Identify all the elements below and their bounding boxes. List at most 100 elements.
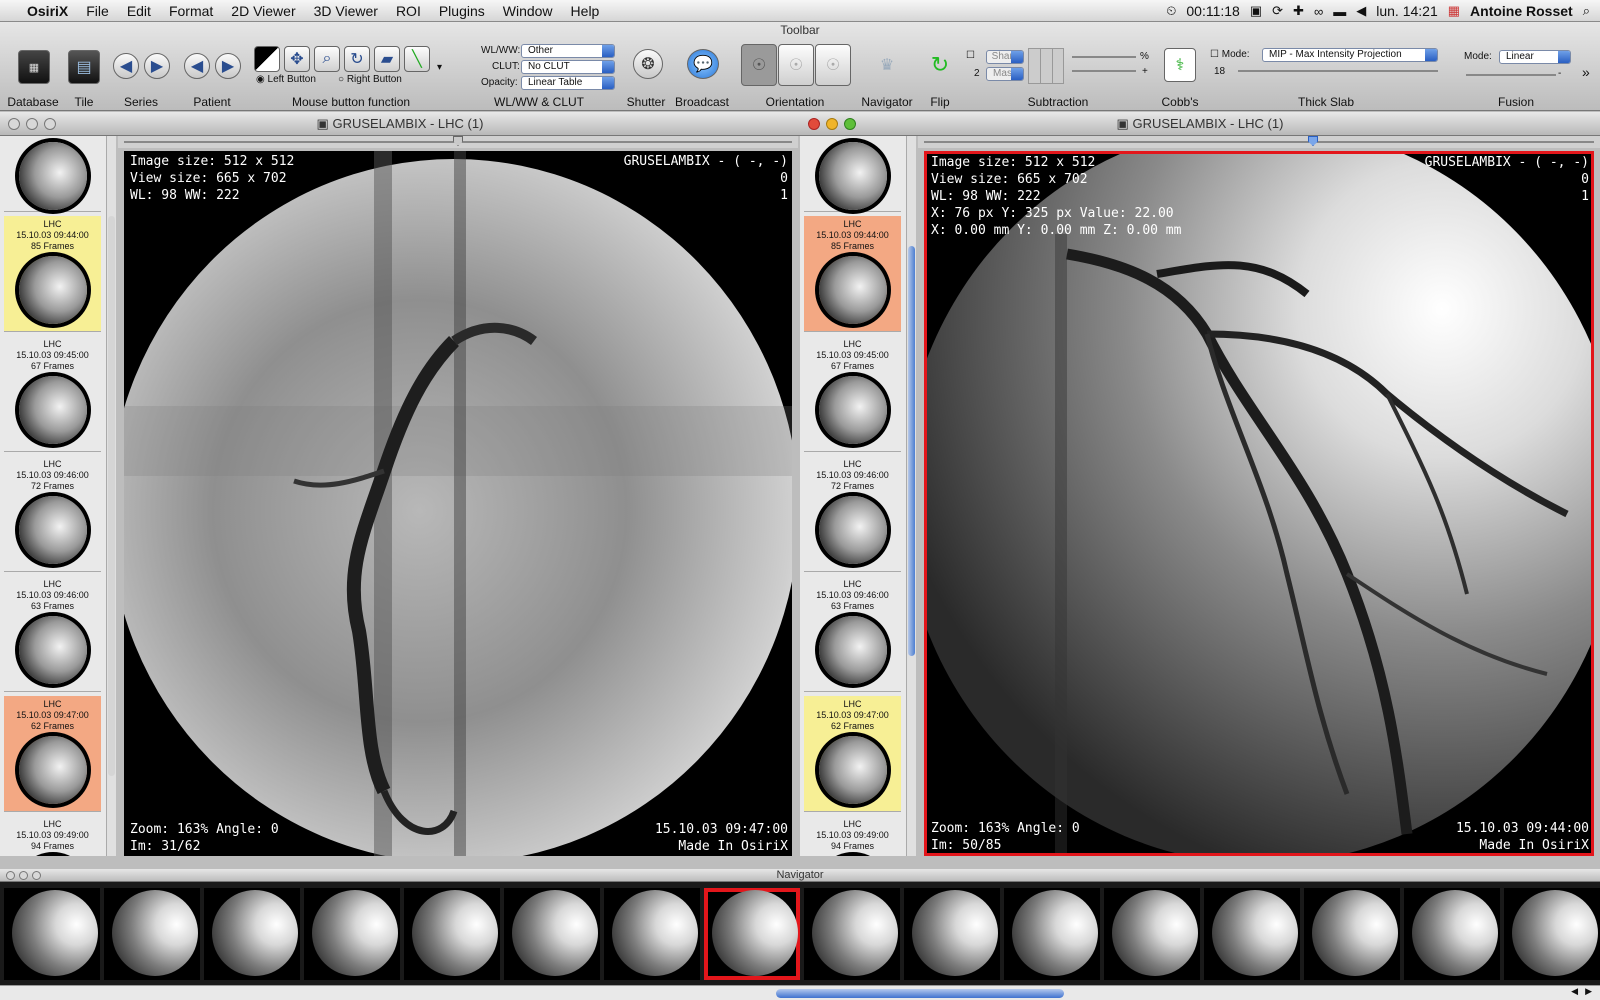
left-series-sidebar[interactable]: LHC 15.10.03 09:44:00 85 Frames LHC 15.10.03… xyxy=(0,136,116,856)
left-window-minimize-button[interactable] xyxy=(26,118,38,130)
right-window-zoom-button[interactable] xyxy=(844,118,856,130)
wlww-select[interactable]: Other xyxy=(521,44,615,58)
right-image-slider[interactable] xyxy=(918,136,1600,148)
time-machine-icon[interactable]: ▣ xyxy=(1250,3,1262,19)
menu-osirix[interactable]: OsiriX xyxy=(18,0,77,22)
binoculars-icon[interactable]: ∞ xyxy=(1314,4,1323,19)
bluetooth-icon[interactable]: ✚ xyxy=(1293,3,1304,19)
orientation-sagittal-icon[interactable]: ☉ xyxy=(815,44,851,86)
timer-icon[interactable]: ⏲ xyxy=(1166,3,1176,19)
navigator-frame-selected[interactable] xyxy=(704,888,800,980)
menu-plugins[interactable]: Plugins xyxy=(430,0,494,22)
navigator-icon[interactable]: ♛ xyxy=(872,50,902,80)
right-angiogram-image[interactable] xyxy=(927,154,1591,853)
left-window-close-button[interactable] xyxy=(8,118,20,130)
sharp-button[interactable]: Sharp xyxy=(986,50,1024,64)
subtraction-slider-2[interactable] xyxy=(1072,70,1136,72)
volume-icon[interactable]: ◀ xyxy=(1356,3,1366,19)
left-slider-knob[interactable] xyxy=(453,136,463,146)
menu-help[interactable]: Help xyxy=(562,0,609,22)
clut-select[interactable]: No CLUT xyxy=(521,60,615,74)
scroll-tool-icon[interactable]: ▰ xyxy=(374,46,400,72)
navigator-frame[interactable] xyxy=(204,888,300,980)
series-thumbnail[interactable]: LHC 15.10.03 09:46:00 63 Frames xyxy=(4,576,101,692)
orientation-coronal-icon[interactable]: ☉ xyxy=(778,44,814,86)
right-slider-knob[interactable] xyxy=(1308,136,1318,146)
left-window-zoom-button[interactable] xyxy=(44,118,56,130)
database-icon[interactable]: ▦ xyxy=(18,50,50,84)
series-thumbnail[interactable]: LHC 15.10.03 09:44:00 85 Frames xyxy=(804,216,901,332)
navigator-frame[interactable] xyxy=(404,888,500,980)
menu-window[interactable]: Window xyxy=(494,0,562,22)
navigator-frame[interactable] xyxy=(904,888,1000,980)
move-tool-icon[interactable]: ✥ xyxy=(284,46,310,72)
series-thumbnail[interactable]: LHC 15.10.03 09:47:00 62 Frames xyxy=(804,696,901,812)
menu-edit[interactable]: Edit xyxy=(118,0,160,22)
navigator-frame[interactable] xyxy=(804,888,900,980)
tile-icon[interactable]: ▤ xyxy=(68,50,100,84)
navigator-close-button[interactable] xyxy=(6,871,15,880)
fusion-mode-select[interactable]: Linear xyxy=(1499,50,1571,64)
right-series-sidebar[interactable]: LHC 15.10.03 09:44:00 85 Frames LHC 15.10.03… xyxy=(800,136,916,856)
series-thumbnail[interactable]: LHC 15.10.03 09:49:00 94 Frames xyxy=(804,816,901,856)
thickslab-slider[interactable] xyxy=(1238,70,1438,72)
left-sidebar-scroll-thumb[interactable] xyxy=(108,216,115,776)
datetime-readout[interactable]: lun. 14:21 xyxy=(1376,3,1438,19)
left-image-viewer[interactable]: Image size: 512 x 512 View size: 665 x 7… xyxy=(124,151,792,856)
menu-3d-viewer[interactable]: 3D Viewer xyxy=(305,0,387,22)
series-thumbnail[interactable]: LHC 15.10.03 09:46:00 63 Frames xyxy=(804,576,901,692)
navigator-frame[interactable] xyxy=(1004,888,1100,980)
navigator-scroll-thumb[interactable] xyxy=(776,989,1064,998)
series-previous-button[interactable]: ◀ xyxy=(113,53,139,79)
navigator-frame[interactable] xyxy=(1304,888,1400,980)
navigator-titlebar[interactable]: Navigator xyxy=(0,869,1600,882)
left-button-radio[interactable]: ◉ Left Button xyxy=(256,74,316,85)
mask-button[interactable]: Mask xyxy=(986,67,1024,81)
right-sidebar-scroll-thumb[interactable] xyxy=(908,246,915,656)
navigator-frame[interactable] xyxy=(604,888,700,980)
series-next-button[interactable]: ▶ xyxy=(144,53,170,79)
series-thumbnail[interactable]: LHC 15.10.03 09:44:00 85 Frames xyxy=(4,216,101,332)
broadcast-icon[interactable]: 💬 xyxy=(687,49,719,79)
navigator-scroll-right-arrow-icon[interactable]: ▶ xyxy=(1585,986,1592,997)
navigator-frame[interactable] xyxy=(1104,888,1200,980)
series-thumbnail[interactable]: LHC 15.10.03 09:45:00 67 Frames xyxy=(4,336,101,452)
right-window-minimize-button[interactable] xyxy=(826,118,838,130)
series-thumbnail[interactable]: LHC 15.10.03 09:49:00 94 Frames xyxy=(4,816,101,856)
thickslab-mode-select[interactable]: MIP - Max Intensity Projection xyxy=(1262,48,1438,62)
patient-previous-button[interactable]: ◀ xyxy=(184,53,210,79)
right-series-thumb-partial[interactable] xyxy=(804,136,901,212)
fusion-slider[interactable] xyxy=(1466,74,1556,76)
left-angiogram-image[interactable] xyxy=(124,151,792,856)
menu-roi[interactable]: ROI xyxy=(387,0,430,22)
navigator-frame[interactable] xyxy=(1404,888,1500,980)
opacity-select[interactable]: Linear Table xyxy=(521,76,615,90)
rotate-tool-icon[interactable]: ↻ xyxy=(344,46,370,72)
toolbar-overflow-chevron-icon[interactable]: » xyxy=(1582,64,1590,80)
series-thumbnail[interactable]: LHC 15.10.03 09:46:00 72 Frames xyxy=(4,456,101,572)
left-window-titlebar[interactable]: ▣ GRUSELAMBIX - LHC (1) xyxy=(0,112,800,136)
right-sidebar-scrollbar[interactable] xyxy=(906,136,916,856)
navigator-scroll-left-arrow-icon[interactable]: ◀ xyxy=(1571,986,1578,997)
navigator-frame[interactable] xyxy=(1504,888,1600,980)
patient-next-button[interactable]: ▶ xyxy=(215,53,241,79)
menu-2d-viewer[interactable]: 2D Viewer xyxy=(222,0,304,22)
flip-icon[interactable]: ↻ xyxy=(925,50,955,80)
navigator-scrollbar[interactable]: ◀ ▶ xyxy=(0,985,1600,1000)
menu-format[interactable]: Format xyxy=(160,0,222,22)
subtraction-slider-1[interactable] xyxy=(1072,56,1136,58)
series-thumbnail[interactable]: LHC 15.10.03 09:47:00 62 Frames xyxy=(4,696,101,812)
zoom-tool-icon[interactable]: ⌕ xyxy=(314,46,340,72)
measure-tool-icon[interactable]: ╲ xyxy=(404,46,430,72)
cobbs-angle-icon[interactable]: ⚕ xyxy=(1164,48,1196,82)
display-icon[interactable]: ▬ xyxy=(1333,4,1346,19)
navigator-frame[interactable] xyxy=(1204,888,1300,980)
orientation-axial-icon[interactable]: ☉ xyxy=(741,44,777,86)
spotlight-search-icon[interactable]: ⌕ xyxy=(1583,3,1590,19)
sync-icon[interactable]: ⟳ xyxy=(1272,3,1283,19)
tools-menu-chevron-icon[interactable]: ▾ xyxy=(437,62,442,73)
navigator-frame[interactable] xyxy=(504,888,600,980)
right-image-viewer[interactable]: Image size: 512 x 512 View size: 665 x 7… xyxy=(924,151,1594,856)
wlww-tool-icon[interactable] xyxy=(254,46,280,72)
series-thumbnail[interactable]: LHC 15.10.03 09:46:00 72 Frames xyxy=(804,456,901,572)
